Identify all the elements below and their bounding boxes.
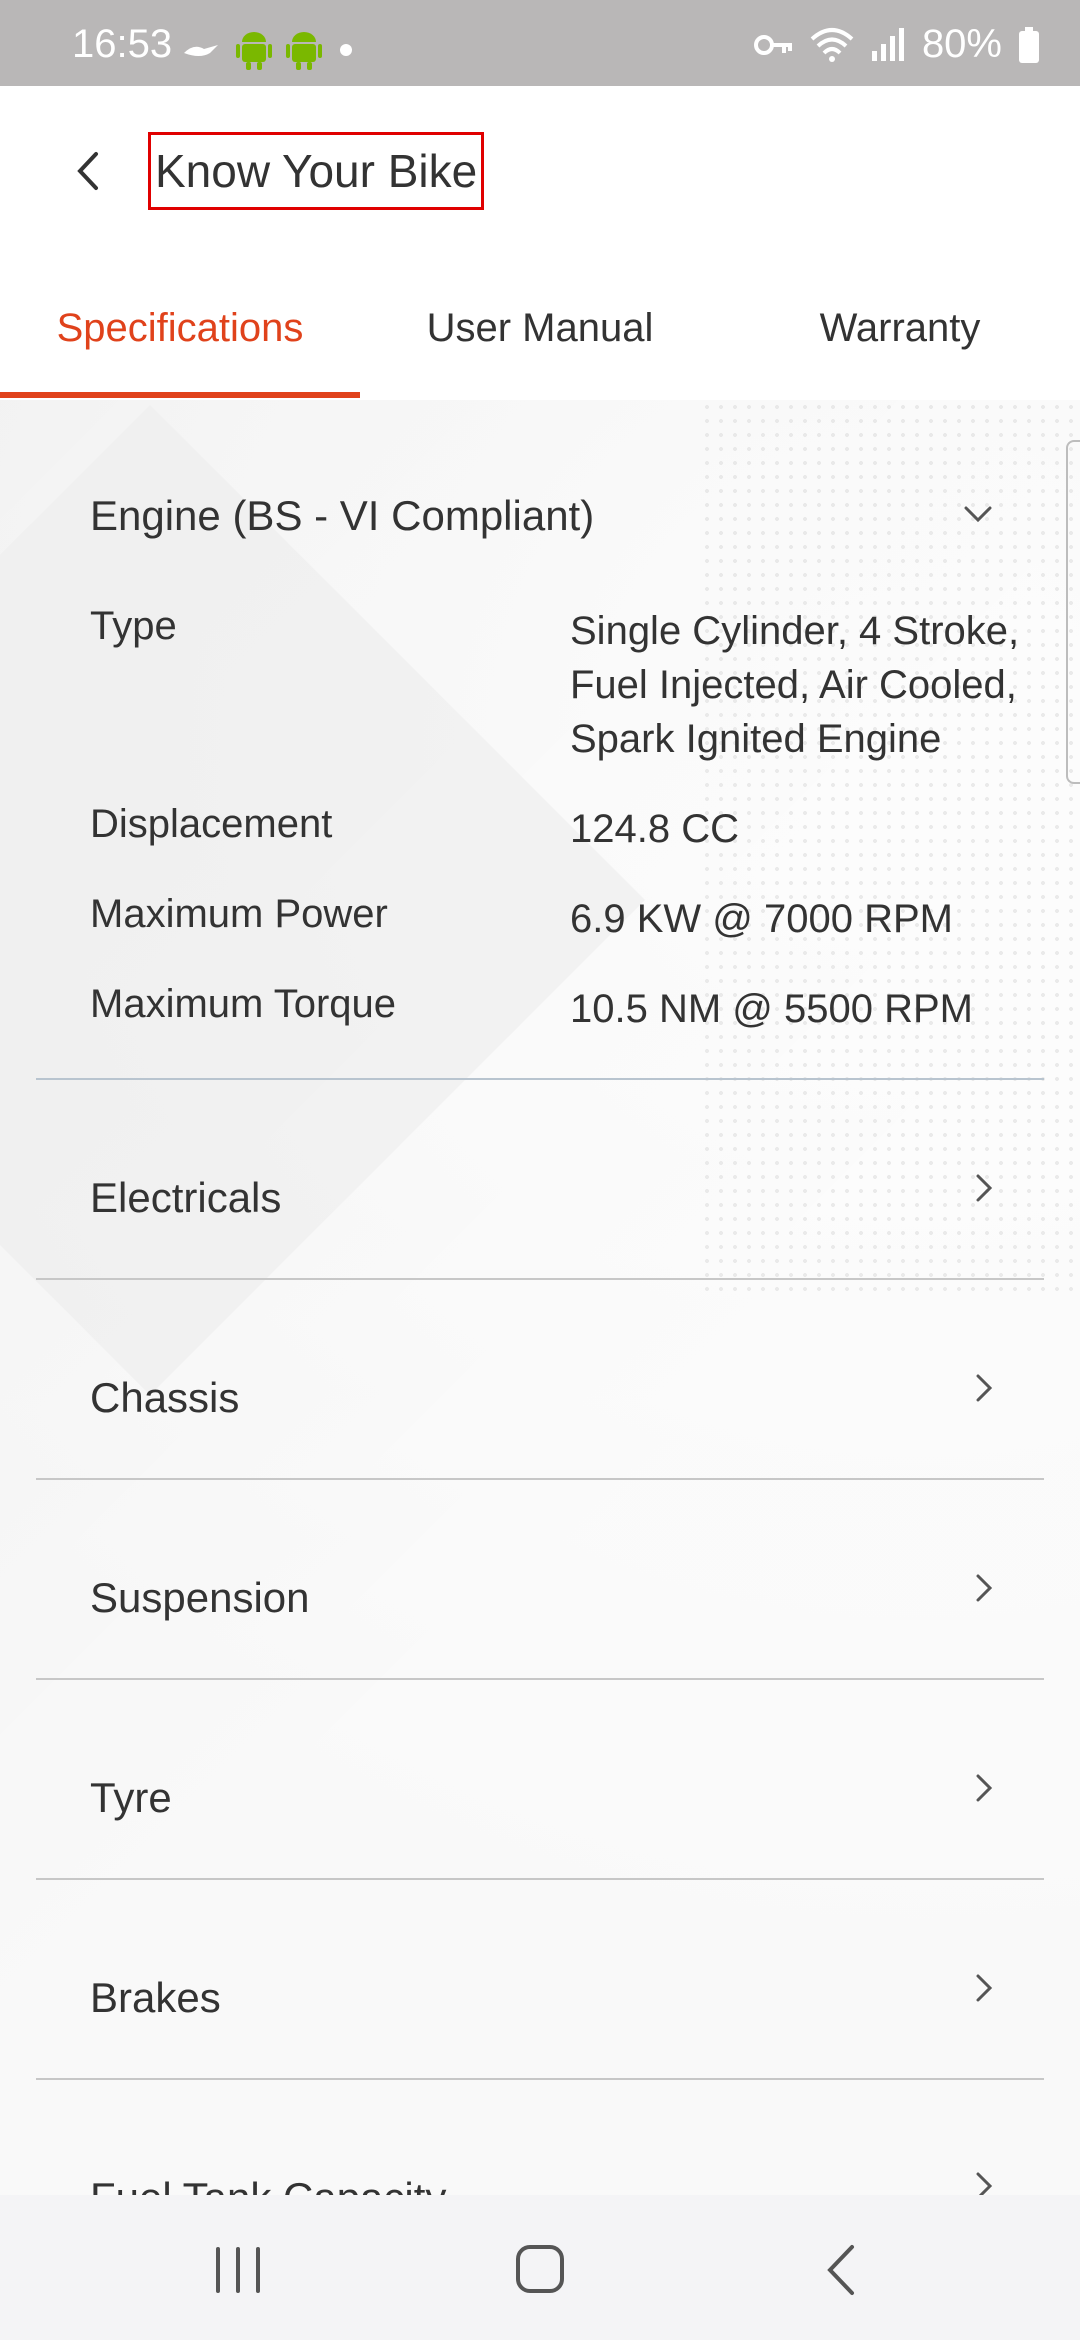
- chevron-right-icon: [976, 1174, 993, 1202]
- android-icon: [286, 32, 322, 70]
- tab-warranty[interactable]: Warranty: [720, 256, 1080, 400]
- section-divider: [36, 2078, 1044, 2080]
- bird-icon: [184, 45, 218, 56]
- spec-value-line: Spark Ignited Engine: [570, 717, 942, 761]
- status-time: 16:53: [72, 22, 173, 66]
- chevron-right-icon: [976, 2172, 993, 2195]
- spec-value: Single Cylinder, 4 Stroke, Fuel Injected…: [570, 604, 1050, 766]
- section-title-fuel-tank-capacity: Fuel Tank Capacity: [90, 2174, 446, 2195]
- spec-label: Displacement: [90, 802, 333, 846]
- section-divider: [36, 1078, 1044, 1080]
- section-title-suspension: Suspension: [90, 1574, 310, 1621]
- dot-icon: [340, 44, 352, 56]
- spec-label: Maximum Power: [90, 892, 388, 936]
- battery-icon: [1019, 26, 1039, 63]
- engine-section-title: Engine (BS - VI Compliant): [90, 492, 595, 539]
- section-title-tyre: Tyre: [90, 1774, 172, 1821]
- android-icon: [236, 32, 272, 70]
- system-nav-bar: [0, 2195, 1080, 2340]
- signal-icon: [871, 27, 904, 61]
- spec-value-line: Single Cylinder, 4 Stroke,: [570, 609, 1020, 653]
- spec-value: 124.8 CC: [570, 807, 739, 851]
- tab-specifications[interactable]: Specifications: [0, 256, 360, 400]
- section-title-chassis: Chassis: [90, 1374, 240, 1421]
- section-title-electricals: Electricals: [90, 1174, 282, 1221]
- back-arrow-icon: [827, 2245, 854, 2295]
- spec-value-line: Fuel Injected, Air Cooled,: [570, 663, 1017, 707]
- spec-label: Type: [90, 604, 177, 648]
- chevron-left-icon: [77, 152, 98, 190]
- section-divider: [36, 1678, 1044, 1680]
- page-title: Know Your Bike: [148, 132, 485, 210]
- wifi-icon: [810, 27, 854, 62]
- app-header: Know Your Bike: [0, 86, 1080, 256]
- chevron-right-icon: [976, 1974, 993, 2002]
- chevron-right-icon: [976, 1774, 993, 1802]
- recent-apps-button[interactable]: [178, 2235, 298, 2305]
- spec-value: 6.9 KW @ 7000 RPM: [570, 897, 953, 941]
- specifications-content[interactable]: Engine (BS - VI Compliant) Type Single C…: [0, 400, 1080, 2195]
- recent-apps-icon: [216, 2247, 260, 2293]
- chevron-right-icon: [976, 1574, 993, 1602]
- home-button[interactable]: [480, 2235, 600, 2305]
- active-tab-indicator: [0, 392, 360, 398]
- notification-icons: [182, 30, 356, 70]
- scroll-indicator: [1066, 440, 1080, 784]
- key-icon: [753, 34, 792, 55]
- system-icons: 80%: [753, 22, 1040, 67]
- section-divider: [36, 1478, 1044, 1480]
- section-title-brakes: Brakes: [90, 1974, 221, 2021]
- spec-label: Maximum Torque: [90, 982, 397, 1026]
- status-bar: 16:53 80%: [0, 0, 1080, 86]
- spec-value: 10.5 NM @ 5500 RPM: [570, 987, 973, 1031]
- section-divider: [36, 1878, 1044, 1880]
- tab-user-manual[interactable]: User Manual: [360, 256, 720, 400]
- back-button[interactable]: [60, 136, 120, 206]
- chevron-right-icon: [976, 1374, 993, 1402]
- system-back-button[interactable]: [782, 2235, 902, 2305]
- battery-percent: 80%: [921, 22, 1002, 66]
- home-icon: [516, 2245, 564, 2293]
- tab-bar: Specifications User Manual Warranty: [0, 256, 1080, 400]
- chevron-down-icon[interactable]: [958, 500, 998, 530]
- section-tyre[interactable]: [36, 1680, 1044, 1878]
- section-divider: [36, 1278, 1044, 1280]
